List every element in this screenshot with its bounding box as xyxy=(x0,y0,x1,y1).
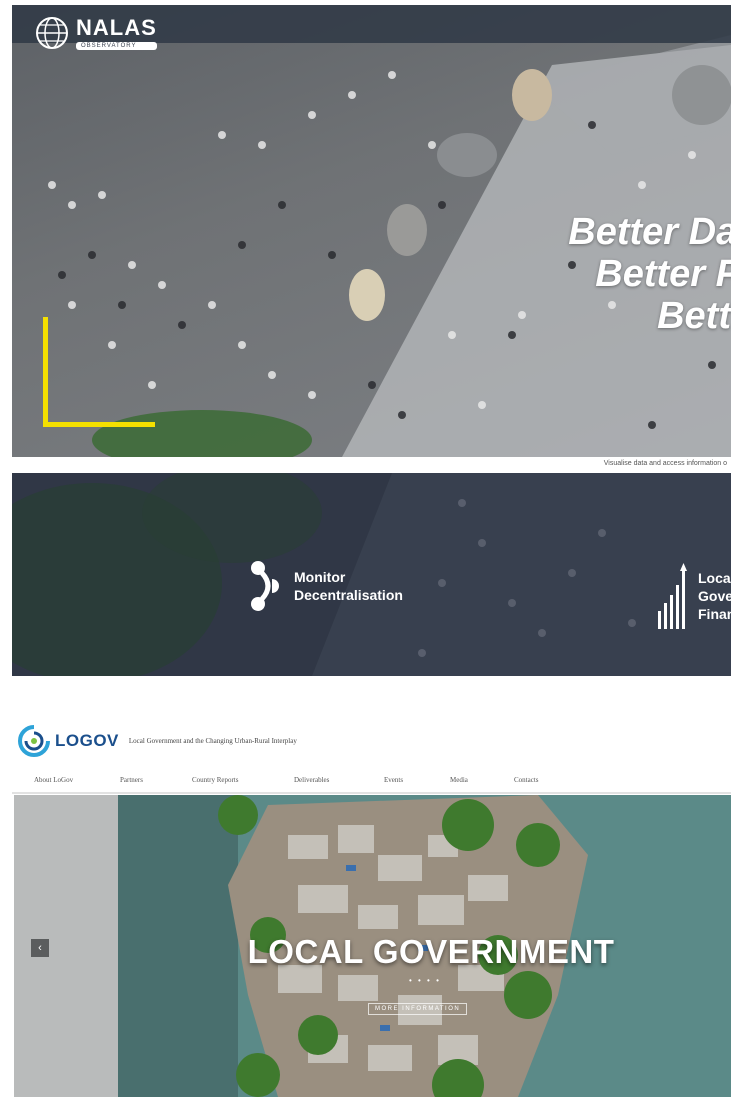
nav-contacts[interactable]: Contacts xyxy=(514,776,539,784)
feature-2-line-1: Loca xyxy=(698,570,731,586)
nav-divider xyxy=(12,792,731,794)
nalas-logo-name: NALAS xyxy=(76,14,157,40)
slide-dots: • • • • xyxy=(409,976,441,985)
nav-about[interactable]: About LoGov xyxy=(34,776,73,784)
local-government-finance-link[interactable]: Loca Gove Finan xyxy=(656,561,731,631)
hero-slider: ‹ LOCAL GOVERNMENT • • • • MORE INFORMAT… xyxy=(14,795,731,1097)
more-information-button[interactable]: MORE INFORMATION xyxy=(368,1003,468,1015)
nav-country-reports[interactable]: Country Reports xyxy=(192,776,238,784)
local-government-finance-label: Loca Gove Finan xyxy=(698,569,731,623)
hero-banner: NALAS OBSERVATORY Better Data Better P B… xyxy=(12,5,731,457)
info-strip-text: Visualise data and access information o xyxy=(603,460,727,467)
feature-1-line-1: Monitor xyxy=(294,569,346,585)
nav-partners[interactable]: Partners xyxy=(120,776,143,784)
logov-tagline: Local Government and the Changing Urban-… xyxy=(128,737,297,745)
nalas-logo-tagline: OBSERVATORY xyxy=(76,41,157,50)
hero-headline: Better Data Better P Bett xyxy=(568,211,731,337)
nalas-wordmark: NALAS OBSERVATORY xyxy=(76,14,157,50)
nalas-logo[interactable]: NALAS OBSERVATORY xyxy=(34,15,157,51)
feature-1-line-2: Decentralisation xyxy=(294,587,403,603)
logov-screenshot: LOGOV Local Government and the Changing … xyxy=(12,716,731,1097)
hero-line-2: Better P xyxy=(595,253,731,295)
slider-prev-button[interactable]: ‹ xyxy=(31,939,49,957)
feature-2-line-2: Gove xyxy=(698,588,731,604)
monitor-decentralisation-label: Monitor Decentralisation xyxy=(294,568,403,604)
logov-logo[interactable]: LOGOV xyxy=(16,723,119,759)
logov-nav: About LoGov Partners Country Reports Del… xyxy=(12,772,731,790)
info-strip: Visualise data and access information o xyxy=(12,457,731,473)
nav-events[interactable]: Events xyxy=(384,776,403,784)
yellow-corner-bracket xyxy=(43,317,155,427)
logov-header: LOGOV Local Government and the Changing … xyxy=(12,716,731,766)
features-band: Monitor Decentralisation Loca Gove Finan xyxy=(12,473,731,676)
nav-deliverables[interactable]: Deliverables xyxy=(294,776,329,784)
feature-2-line-3: Finan xyxy=(698,606,731,622)
monitor-decentralisation-link[interactable]: Monitor Decentralisation xyxy=(248,561,403,611)
logov-swirl-icon xyxy=(18,725,50,757)
globe-icon xyxy=(36,17,68,49)
chevron-left-icon: ‹ xyxy=(38,942,42,954)
nalas-screenshot: NALAS OBSERVATORY Better Data Better P B… xyxy=(12,5,731,676)
slide-title: LOCAL GOVERNMENT xyxy=(247,933,615,970)
hero-line-3: Bett xyxy=(657,295,731,337)
logov-logo-text: LOGOV xyxy=(55,731,119,750)
decentralisation-icon xyxy=(251,561,279,611)
nav-media[interactable]: Media xyxy=(450,776,468,784)
bar-chart-icon xyxy=(658,563,687,629)
hero-line-1: Better Data xyxy=(568,211,731,253)
